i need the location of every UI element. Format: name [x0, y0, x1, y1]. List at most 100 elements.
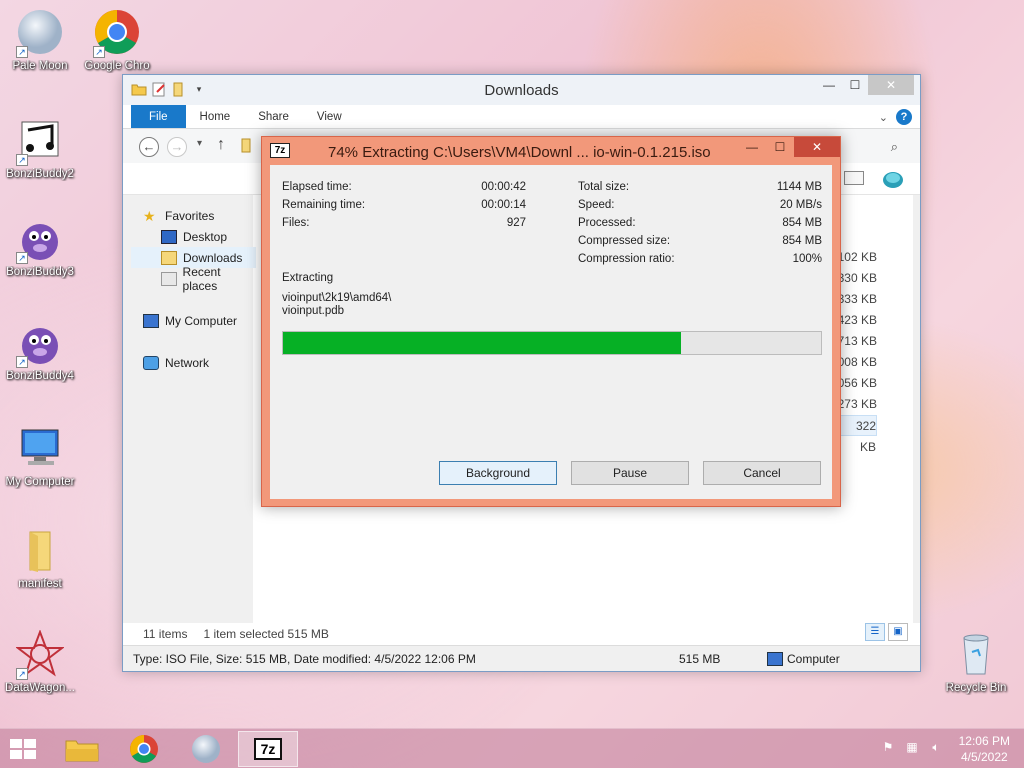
- desktop-icon-label: Pale Moon: [12, 60, 68, 72]
- desktop-icon-recycle-bin[interactable]: Recycle Bin: [936, 630, 1016, 695]
- taskbar-pale-moon[interactable]: [176, 731, 236, 767]
- nav-item-network[interactable]: Network: [131, 352, 256, 373]
- tab-file[interactable]: File: [131, 105, 186, 128]
- size-column: 102 KB 330 KB 333 KB 423 KB 713 KB 008 K…: [837, 247, 877, 454]
- minimize-button[interactable]: —: [738, 137, 766, 157]
- desktop-icon-pale-moon[interactable]: ↗ Pale Moon: [0, 8, 80, 73]
- back-button[interactable]: ←: [139, 137, 159, 157]
- start-button[interactable]: [10, 739, 38, 761]
- table-cell-size-selected[interactable]: 322 KB: [837, 415, 877, 454]
- dialog-title: 74% Extracting C:\Users\VM4\Downl ... io…: [328, 144, 711, 161]
- taskbar-7zip[interactable]: 7z: [238, 731, 298, 767]
- clock[interactable]: 12:06 PM 4/5/2022: [959, 733, 1010, 765]
- selection-info: 1 item selected 515 MB: [203, 627, 329, 641]
- progress-bar: [282, 331, 822, 355]
- desktop-icon-label: My Computer: [5, 476, 75, 488]
- table-cell-size: 008 KB: [837, 355, 877, 369]
- nav-item-recent-places[interactable]: Recent places: [131, 265, 256, 293]
- folder-icon: [241, 137, 255, 153]
- pale-moon-icon: ↗: [16, 8, 64, 58]
- music-note-icon: ↗: [16, 116, 64, 166]
- preview-pane-icon[interactable]: [844, 171, 864, 185]
- folder-icon: [16, 526, 64, 574]
- downloads-folder-icon: [161, 250, 177, 265]
- compression-ratio-label: Compression ratio:: [578, 253, 675, 265]
- pale-moon-icon: [192, 735, 220, 763]
- desktop-icon-label: BonziBuddy4: [6, 370, 74, 382]
- recent-places-icon: [161, 271, 177, 286]
- compressed-size-label: Compressed size:: [578, 235, 671, 247]
- total-size-value: 1144 MB: [776, 181, 822, 193]
- search-icon[interactable]: ⌕: [891, 139, 898, 155]
- table-cell-size: 423 KB: [837, 313, 877, 327]
- desktop-icon-manifest[interactable]: manifest: [0, 526, 80, 591]
- table-cell-size: 330 KB: [837, 271, 877, 285]
- nav-item-label: Desktop: [183, 229, 228, 244]
- maximize-button[interactable]: ☐: [842, 75, 868, 95]
- background-button[interactable]: Background: [439, 461, 557, 485]
- desktop-icon: [161, 229, 177, 244]
- desktop-icon-datawagon[interactable]: ↗ DataWagon...: [0, 629, 80, 695]
- desktop-icon-label: Google Chro: [84, 60, 150, 72]
- close-button[interactable]: ✕: [868, 75, 914, 95]
- tab-share[interactable]: Share: [244, 105, 303, 128]
- desktop-icon-google-chrome[interactable]: ↗ Google Chro: [77, 8, 157, 73]
- file-details: Type: ISO File, Size: 515 MB, Date modif…: [133, 652, 476, 666]
- recent-locations-icon[interactable]: ▾: [197, 138, 202, 149]
- nav-item-favorites[interactable]: ★ Favorites: [131, 205, 256, 226]
- datawagon-icon: ↗: [15, 629, 65, 680]
- desktop-icon-label: BonziBuddy3: [6, 266, 74, 278]
- details-view-button[interactable]: ☰: [865, 623, 885, 641]
- desktop-icon-label: manifest: [18, 578, 62, 590]
- nav-item-my-computer[interactable]: My Computer: [131, 310, 256, 331]
- taskbar-explorer[interactable]: [52, 731, 112, 767]
- chrome-icon: ↗: [93, 8, 141, 58]
- computer-icon: [767, 652, 783, 666]
- table-cell-size: 713 KB: [837, 334, 877, 348]
- action-center-flag-icon[interactable]: ⚑: [880, 739, 896, 755]
- desktop-icon-bonzibuddy3[interactable]: ↗ BonziBuddy3: [0, 214, 80, 279]
- network-status-icon[interactable]: ▦: [904, 739, 920, 755]
- large-icons-view-button[interactable]: ▣: [888, 623, 908, 641]
- nav-item-label: Downloads: [183, 250, 243, 265]
- desktop-icon-bonzibuddy4[interactable]: ↗ BonziBuddy4: [0, 318, 80, 383]
- file-size: 515 MB: [679, 652, 721, 666]
- compressed-size-value: 854 MB: [782, 235, 822, 247]
- close-button[interactable]: ✕: [794, 137, 840, 157]
- current-file: vioinput.pdb: [282, 305, 345, 317]
- elapsed-time-label: Elapsed time:: [282, 181, 352, 193]
- chevron-down-icon[interactable]: ⌄: [879, 111, 888, 124]
- taskbar-chrome[interactable]: [114, 731, 174, 767]
- total-size-label: Total size:: [578, 181, 630, 193]
- volume-muted-icon[interactable]: 🔈︎: [928, 739, 944, 755]
- desktop-icon-my-computer[interactable]: My Computer: [0, 424, 80, 489]
- minimize-button[interactable]: —: [816, 75, 842, 95]
- cancel-button[interactable]: Cancel: [703, 461, 821, 485]
- extract-progress-dialog: 7z 74% Extracting C:\Users\VM4\Downl ...…: [261, 136, 841, 507]
- elapsed-time-value: 00:00:42: [481, 181, 526, 193]
- pause-button[interactable]: Pause: [571, 461, 689, 485]
- navigation-pane: ★ Favorites Desktop Downloads Recent plac…: [131, 205, 256, 373]
- help-button[interactable]: ?: [896, 109, 912, 125]
- tab-view[interactable]: View: [303, 105, 356, 128]
- chrome-icon: [130, 735, 158, 763]
- maximize-button[interactable]: ☐: [766, 137, 794, 157]
- forward-button[interactable]: →: [167, 137, 187, 157]
- current-path: vioinput\2k19\amd64\: [282, 292, 392, 304]
- view-buttons: ☰ ▣: [865, 623, 908, 641]
- desktop-icon-label: BonziBuddy2: [6, 168, 74, 180]
- shell-icon[interactable]: [880, 167, 906, 189]
- table-cell-size: 273 KB: [837, 397, 877, 411]
- monitor-icon: [16, 424, 64, 472]
- table-cell-size: 056 KB: [837, 376, 877, 390]
- desktop-icon-bonzibuddy2[interactable]: ↗ BonziBuddy2: [0, 116, 80, 181]
- desktop-icon-label: DataWagon...: [5, 682, 75, 694]
- taskbar: 7z ⚑ ▦ 🔈︎ 12:06 PM 4/5/2022: [0, 728, 1024, 768]
- clock-time: 12:06 PM: [958, 734, 1010, 748]
- up-arrow-icon[interactable]: ↑: [217, 136, 225, 154]
- tab-home[interactable]: Home: [186, 105, 245, 128]
- nav-item-desktop[interactable]: Desktop: [131, 226, 256, 247]
- ribbon-right: ⌄ ?: [879, 109, 912, 125]
- remaining-time-label: Remaining time:: [282, 199, 366, 211]
- window-controls: — ☐ ✕: [816, 75, 914, 95]
